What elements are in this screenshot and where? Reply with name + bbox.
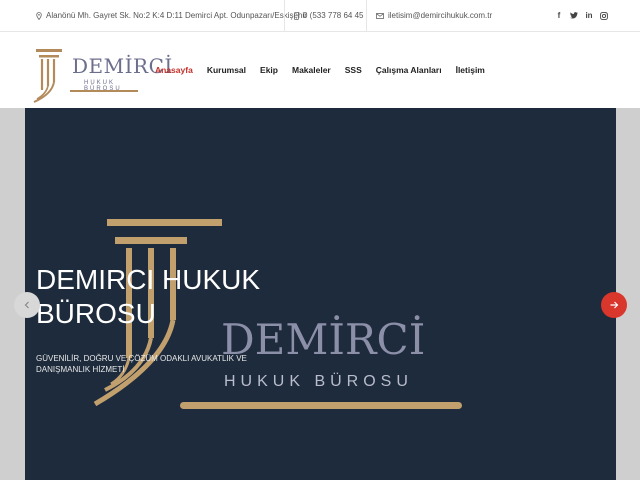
pillar-logo-icon: [33, 49, 62, 103]
phone-icon: [294, 11, 299, 20]
divider: [366, 0, 367, 31]
main-nav: Anasayfa Kurumsal Ekip Makaleler SSS Çal…: [155, 32, 485, 108]
social-links: f in: [555, 0, 608, 31]
arrow-right-icon: [610, 301, 619, 309]
nav-item-iletisim[interactable]: İletişim: [456, 65, 485, 75]
site-header: DEMİRCİ HUKUK BÜROSU Anasayfa Kurumsal E…: [0, 32, 640, 108]
hero-subtitle: GÜVENİLİR, DOĞRU VE ÇÖZÜM ODAKLI AVUKATL…: [36, 354, 247, 374]
instagram-icon[interactable]: [600, 11, 608, 21]
slider-prev-button[interactable]: [14, 292, 40, 318]
nav-item-makaleler[interactable]: Makaleler: [292, 65, 331, 75]
logo-underline: [70, 90, 138, 92]
linkedin-icon[interactable]: in: [585, 11, 593, 21]
nav-item-calisma-alanlari[interactable]: Çalışma Alanları: [376, 65, 442, 75]
phone-item[interactable]: 0 (533 778 64 45: [294, 0, 364, 31]
nav-item-sss[interactable]: SSS: [345, 65, 362, 75]
address-text: Alanönü Mh. Gayret Sk. No:2 K:4 D:11 Dem…: [46, 11, 307, 20]
nav-item-kurumsal[interactable]: Kurumsal: [207, 65, 246, 75]
facebook-icon[interactable]: f: [555, 11, 563, 21]
slider-next-button[interactable]: [601, 292, 627, 318]
arrow-left-icon: [24, 301, 29, 309]
nav-item-ekip[interactable]: Ekip: [260, 65, 278, 75]
top-bar: Alanönü Mh. Gayret Sk. No:2 K:4 D:11 Dem…: [0, 0, 640, 32]
location-pin-icon: [36, 11, 42, 20]
phone-text[interactable]: 0 (533 778 64 45: [303, 11, 364, 20]
divider: [284, 0, 285, 31]
email-text[interactable]: iletisim@demircihukuk.com.tr: [388, 11, 492, 20]
envelope-icon: [376, 12, 384, 19]
hero-title: DEMIRCI HUKUK BÜROSU: [36, 264, 261, 329]
nav-item-anasayfa[interactable]: Anasayfa: [155, 65, 193, 75]
hero-slider: DEMİRCİ HUKUK BÜROSU DEMIRCI HUKUK BÜROS…: [0, 108, 640, 480]
email-item[interactable]: iletisim@demircihukuk.com.tr: [376, 0, 492, 31]
hero-slide: DEMİRCİ HUKUK BÜROSU DEMIRCI HUKUK BÜROS…: [25, 108, 616, 480]
address-item: Alanönü Mh. Gayret Sk. No:2 K:4 D:11 Dem…: [36, 0, 307, 31]
twitter-icon[interactable]: [570, 11, 578, 21]
site-logo[interactable]: DEMİRCİ HUKUK BÜROSU: [32, 46, 172, 106]
